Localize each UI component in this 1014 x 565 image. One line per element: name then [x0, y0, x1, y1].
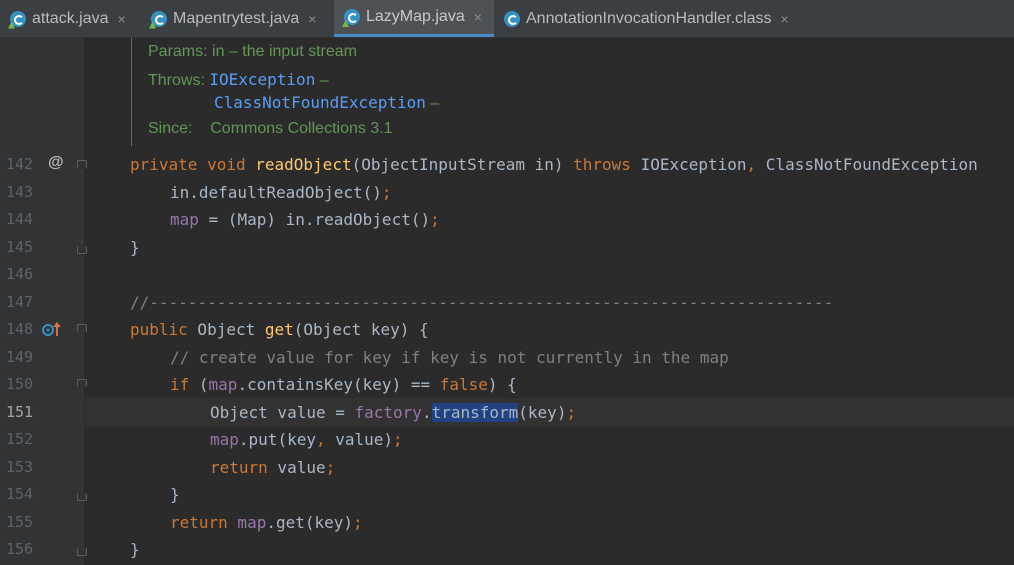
java-class-icon: [149, 10, 167, 29]
rendered-javadoc: Params: in – the input stream Throws: IO…: [85, 38, 1014, 146]
line-number: 149: [6, 348, 34, 366]
tab-attack-java[interactable]: attack.java ×: [0, 0, 140, 37]
tab-mapentrytest-java[interactable]: Mapentrytest.java ×: [141, 0, 333, 37]
line-number: 143: [6, 183, 34, 201]
selected-text: transform: [431, 403, 519, 422]
tab-label: AnnotationInvocationHandler.class: [526, 9, 772, 27]
line-number: 148: [6, 320, 34, 338]
code-line-156[interactable]: }: [130, 540, 140, 559]
code-line-148[interactable]: public Object get(Object key) {: [130, 320, 429, 339]
line-number: 154: [6, 485, 34, 503]
line-number: 153: [6, 458, 34, 476]
line-number-current: 151: [6, 403, 34, 421]
java-class-icon: [8, 10, 26, 29]
code-line-155[interactable]: return map.get(key);: [170, 513, 363, 532]
tab-label: attack.java: [32, 9, 109, 27]
editor-tab-bar: attack.java × Mapentrytest.java × LazyMa…: [0, 0, 1014, 38]
code-line-153[interactable]: return value;: [210, 458, 335, 477]
dash: –: [430, 95, 440, 112]
code-line-147[interactable]: //--------------------------------------…: [130, 293, 833, 312]
dash: –: [319, 72, 329, 89]
code-line-143[interactable]: in.defaultReadObject();: [170, 183, 392, 202]
java-class-icon: [504, 10, 520, 27]
javadoc-throws-2: ClassNotFoundException –: [214, 93, 439, 113]
close-icon[interactable]: ×: [308, 11, 316, 27]
throws-label: Throws:: [148, 72, 205, 89]
javadoc-since: Since: Commons Collections 3.1: [148, 120, 393, 138]
code-line-144[interactable]: map = (Map) in.readObject();: [170, 210, 440, 229]
line-number: 145: [6, 238, 34, 256]
java-class-icon: [342, 9, 360, 27]
line-number: 142: [6, 155, 34, 173]
close-icon[interactable]: ×: [117, 11, 125, 27]
line-number: 146: [6, 265, 34, 283]
javadoc-throws: Throws: IOException –: [148, 70, 329, 90]
code-line-151[interactable]: Object value = factory.transform(key);: [210, 403, 576, 422]
code-line-150[interactable]: if (map.containsKey(key) == false) {: [170, 375, 517, 394]
close-icon[interactable]: ×: [474, 9, 482, 25]
line-number: 150: [6, 375, 34, 393]
line-number: 144: [6, 210, 34, 228]
tab-lazymap-java[interactable]: LazyMap.java ×: [334, 0, 494, 37]
line-number: 155: [6, 513, 34, 531]
classnotfoundexception-link[interactable]: ClassNotFoundException: [214, 93, 426, 112]
annotation-icon[interactable]: @: [48, 154, 64, 172]
tab-annotationinvocationhandler-class[interactable]: AnnotationInvocationHandler.class ×: [494, 0, 810, 37]
params-value: in – the input stream: [212, 43, 357, 60]
code-line-149[interactable]: // create value for key if key is not cu…: [170, 348, 729, 367]
javadoc-params: Params: in – the input stream: [148, 43, 357, 61]
ioexception-link[interactable]: IOException: [209, 70, 315, 89]
line-number: 147: [6, 293, 34, 311]
since-label: Since:: [148, 120, 193, 137]
params-label: Params:: [148, 43, 208, 60]
javadoc-border: [131, 38, 132, 146]
code-line-154[interactable]: }: [170, 485, 180, 504]
since-value: Commons Collections 3.1: [210, 120, 393, 137]
code-line-152[interactable]: map.put(key, value);: [210, 430, 403, 449]
close-icon[interactable]: ×: [781, 11, 789, 27]
line-number: 152: [6, 430, 34, 448]
line-number: 156: [6, 540, 34, 558]
override-icon[interactable]: [42, 321, 62, 337]
code-line-142[interactable]: private void readObject(ObjectInputStrea…: [130, 155, 978, 174]
tab-label: LazyMap.java: [366, 8, 465, 25]
tab-label: Mapentrytest.java: [173, 9, 300, 27]
code-line-145[interactable]: }: [130, 238, 140, 257]
